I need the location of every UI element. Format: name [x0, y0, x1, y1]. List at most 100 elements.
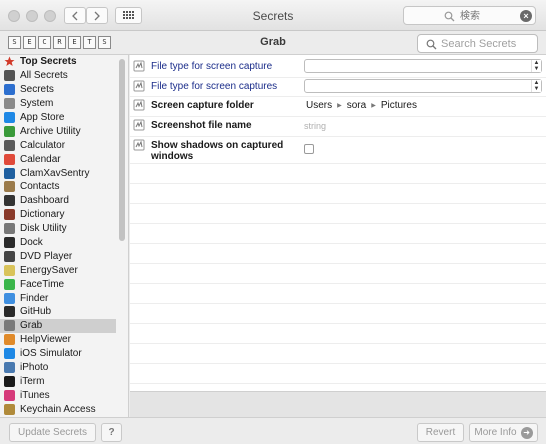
sidebar-item-energy-saver[interactable]: EnergySaver [0, 263, 128, 277]
sidebar-item-label: Disk Utility [20, 223, 67, 235]
sidebar-item-finder[interactable]: Finder [0, 291, 128, 305]
sidebar-item-itunes[interactable]: iTunes [0, 388, 128, 402]
path-separator-icon: ▶ [337, 103, 342, 109]
sidebar-item-secrets[interactable]: Secrets [0, 83, 128, 97]
sidebar-item-label: GitHub [20, 306, 52, 318]
sidebar-item-keychain-access[interactable]: Keychain Access [0, 402, 128, 416]
back-button[interactable] [64, 7, 86, 24]
sidebar-item-dvd-player[interactable]: DVD Player [0, 249, 128, 263]
title-bar: Secrets × [0, 0, 546, 31]
show-shadows-checkbox[interactable] [304, 144, 314, 154]
sidebar-item-clamxav[interactable]: ClamXavSentry [0, 166, 128, 180]
sidebar-item-label: FaceTime [20, 278, 65, 290]
sidebar-item-help-viewer[interactable]: HelpViewer [0, 333, 128, 347]
dashboard-icon [4, 195, 15, 207]
update-secrets-button[interactable]: Update Secrets [9, 423, 96, 442]
sidebar-item-dashboard[interactable]: Dashboard [0, 194, 128, 208]
system-icon [4, 98, 15, 110]
help-button[interactable]: ? [101, 423, 122, 442]
table-grid-line [130, 343, 546, 344]
forward-button[interactable] [86, 7, 108, 24]
path-segment[interactable]: sora [347, 100, 366, 111]
sidebar-item-label: Top Secrets [20, 56, 77, 68]
table-grid-line [130, 263, 546, 264]
sidebar[interactable]: Top Secrets All Secrets Secrets System App S… [0, 55, 129, 417]
more-info-button[interactable]: More Info ➜ [469, 423, 538, 442]
sidebar-item-label: App Store [20, 112, 65, 123]
bottom-bar: Update Secrets ? Revert More Info ➜ [0, 417, 546, 444]
secrets-logo: SECRETS [8, 36, 111, 49]
sidebar-item-system[interactable]: System [0, 97, 128, 111]
table-grid-line [130, 283, 546, 284]
sidebar-item-ios-simulator[interactable]: iOS Simulator [0, 347, 128, 361]
ios-simulator-icon [4, 348, 15, 360]
table-grid-line [130, 203, 546, 204]
file-type-popup[interactable]: ▲ ▼ [304, 79, 542, 93]
sidebar-item-archive-utility[interactable]: Archive Utility [0, 124, 128, 138]
updown-arrows-icon: ▲ ▼ [531, 60, 541, 72]
contacts-icon [4, 181, 15, 193]
toolbar-search-input[interactable] [460, 9, 518, 23]
sidebar-item-dock[interactable]: Dock [0, 236, 128, 250]
more-info-label: More Info [474, 427, 517, 438]
sidebar-item-dictionary[interactable]: Dictionary [0, 208, 128, 222]
file-type-popup[interactable]: ▲ ▼ [304, 59, 542, 73]
search-secrets-field[interactable] [417, 34, 538, 53]
table-grid-line [130, 323, 546, 324]
sidebar-item-label: Finder [20, 292, 49, 304]
all-secrets-icon [4, 70, 15, 82]
sidebar-item-github[interactable]: GitHub [0, 305, 128, 319]
facetime-icon [4, 278, 15, 290]
setting-row: Screen capture folder Users ▶ sora ▶ Pictures [130, 97, 546, 117]
arrow-right-circle-icon: ➜ [520, 426, 533, 439]
folder-path-control[interactable]: Users ▶ sora ▶ Pictures [306, 100, 417, 111]
clear-search-icon[interactable]: × [520, 10, 532, 22]
sidebar-item-calculator[interactable]: Calculator [0, 138, 128, 152]
close-window-button[interactable] [8, 10, 20, 22]
sidebar-item-iterm[interactable]: iTerm [0, 374, 128, 388]
search-secrets-input[interactable] [441, 37, 535, 51]
chevron-left-icon [72, 11, 78, 20]
sidebar-item-all-secrets[interactable]: All Secrets [0, 69, 128, 83]
sidebar-scrollbar[interactable] [119, 59, 125, 241]
sidebar-item-grab[interactable]: Grab [0, 318, 116, 333]
setting-label: Screenshot file name [151, 120, 252, 131]
zoom-window-button[interactable] [44, 10, 56, 22]
iterm-icon [4, 375, 15, 387]
github-icon [4, 306, 15, 318]
grab-app-icon [133, 139, 145, 151]
table-grid-line [130, 243, 546, 244]
path-segment[interactable]: Users [306, 100, 332, 111]
sidebar-item-label: Keychain Access [20, 403, 96, 415]
minimize-window-button[interactable] [26, 10, 38, 22]
sidebar-item-facetime[interactable]: FaceTime [0, 277, 128, 291]
clamxav-icon [4, 167, 15, 179]
grab-app-icon [133, 60, 145, 72]
sidebar-item-disk-utility[interactable]: Disk Utility [0, 222, 128, 236]
sidebar-item-top-secrets[interactable]: Top Secrets [0, 55, 128, 69]
sidebar-item-app-store[interactable]: App Store [0, 111, 128, 125]
table-grid-line [130, 303, 546, 304]
sidebar-item-label: Archive Utility [20, 125, 81, 137]
sidebar-item-iphoto[interactable]: iPhoto [0, 361, 128, 375]
sidebar-item-label: Grab [20, 320, 43, 332]
toolbar-search-field[interactable]: × [403, 6, 536, 25]
table-grid-line [130, 363, 546, 364]
revert-button[interactable]: Revert [417, 423, 464, 442]
dictionary-icon [4, 209, 15, 221]
setting-row: Screenshot file name string [130, 117, 546, 137]
sidebar-item-contacts[interactable]: Contacts [0, 180, 128, 194]
sidebar-item-label: All Secrets [20, 70, 68, 82]
logo-letter: E [23, 36, 36, 49]
grid-view-button[interactable] [115, 7, 142, 24]
sidebar-item-label: Contacts [20, 181, 60, 193]
disk-utility-icon [4, 223, 15, 235]
file-name-field[interactable]: string [304, 121, 326, 131]
sidebar-item-calendar[interactable]: Calendar [0, 152, 128, 166]
setting-label: File type for screen captures [151, 81, 278, 92]
sidebar-item-label: Dock [20, 237, 43, 249]
sidebar-item-label: Calendar [20, 153, 61, 165]
path-segment[interactable]: Pictures [381, 100, 417, 111]
grab-app-icon [133, 80, 145, 92]
logo-letter: R [53, 36, 66, 49]
